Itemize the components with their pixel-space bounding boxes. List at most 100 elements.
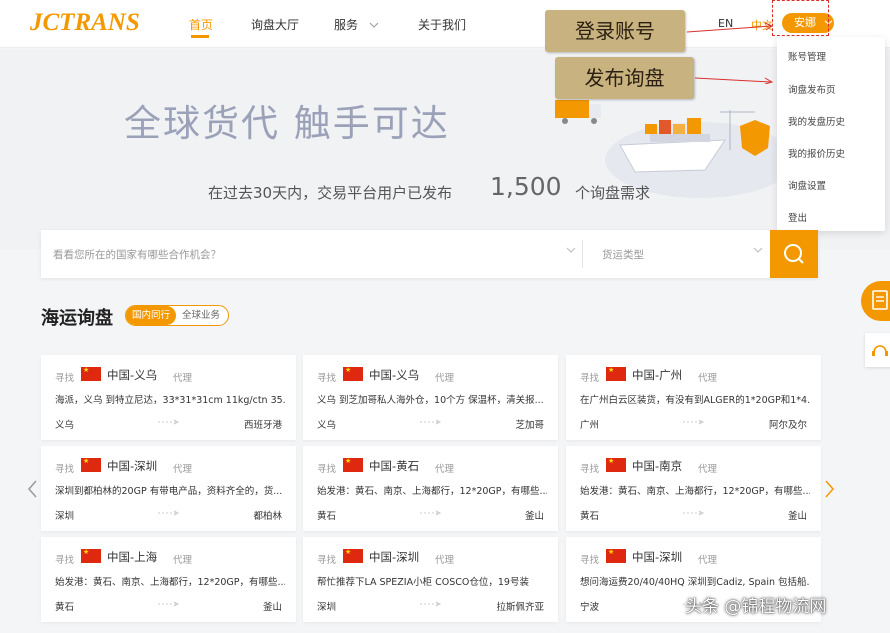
search-icon xyxy=(784,244,804,264)
floating-support-button[interactable] xyxy=(865,333,890,367)
inquiry-card[interactable]: 寻找 中国-义乌 代理海派，义乌 到特立尼达，33*31*31cm 11kg/ctn… xyxy=(41,355,296,440)
nav-inquiry-hall[interactable]: 询盘大厅 xyxy=(251,16,299,33)
seek-label: 寻找 xyxy=(580,373,600,384)
floating-publish-button[interactable] xyxy=(861,281,890,321)
inquiry-card[interactable]: 寻找 中国-深圳 代理帮忙推荐下LA SPEZIA小柜 COSCO仓位，19号装深圳… xyxy=(303,537,558,622)
agent-tag: 代理 xyxy=(173,464,193,475)
route-label: 中国-义乌 xyxy=(107,368,158,382)
hero-title: 全球货代 触手可达 xyxy=(124,102,450,145)
inquiry-description: 想问海运费20/40/40HQ 深圳到Cadiz, Spain 包括船... xyxy=(580,577,810,588)
china-flag-icon xyxy=(343,548,363,563)
inquiry-card[interactable]: 寻找 中国-黄石 代理始发港：黄石、南京、上海都行，12*20GP，有哪些... 黄石… xyxy=(303,446,558,531)
china-flag-icon xyxy=(343,366,363,381)
login-highlight-box xyxy=(772,0,829,36)
carousel-prev-icon[interactable] xyxy=(27,479,39,499)
inquiry-description: 始发港：黄石、南京、上海都行，12*20GP，有哪些... xyxy=(317,486,547,497)
destination-port: 阿尔及尔 xyxy=(768,420,807,431)
agent-tag: 代理 xyxy=(435,373,455,384)
hero-subtitle-suffix: 个询盘需求 xyxy=(575,184,651,202)
freight-type-select[interactable]: 货运类型 xyxy=(602,247,644,262)
tab-global[interactable]: 全球业务 xyxy=(182,306,220,325)
agent-tag: 代理 xyxy=(435,555,455,566)
brand-logo[interactable]: JCTRANS xyxy=(30,9,140,37)
hero-subtitle-prefix: 在过去30天内，交易平台用户已发布 xyxy=(208,184,453,202)
destination-port: 都柏林 xyxy=(253,511,282,522)
route-arrow-icon xyxy=(158,419,180,425)
seek-label: 寻找 xyxy=(317,555,337,566)
seek-label: 寻找 xyxy=(55,464,75,475)
agent-tag: 代理 xyxy=(698,464,718,475)
origin-port: 黄石 xyxy=(580,511,600,522)
route-arrow-icon xyxy=(420,510,442,516)
origin-port: 广州 xyxy=(580,420,600,431)
seek-label: 寻找 xyxy=(580,555,600,566)
origin-port: 黄石 xyxy=(55,602,75,613)
publish-callout: 发布询盘 xyxy=(555,57,694,99)
search-button[interactable] xyxy=(770,230,818,278)
nav-services[interactable]: 服务 xyxy=(334,16,379,33)
route-label: 中国-深圳 xyxy=(107,459,158,473)
inquiry-card[interactable]: 寻找 中国-广州 代理在广州白云区装货，有没有到ALGER的1*20GP和1*4..… xyxy=(566,355,821,440)
menu-logout[interactable]: 登出 xyxy=(788,210,807,224)
chevron-down-icon xyxy=(369,22,379,28)
china-flag-icon xyxy=(606,366,626,381)
tab-domestic[interactable]: 国内同行 xyxy=(126,306,176,325)
menu-inquiry-settings[interactable]: 询盘设置 xyxy=(788,178,826,192)
china-flag-icon xyxy=(606,457,626,472)
route-arrow-icon xyxy=(158,601,180,607)
scope-toggle: 国内同行 全球业务 xyxy=(125,305,229,326)
origin-port: 义乌 xyxy=(55,420,75,431)
seek-label: 寻找 xyxy=(580,464,600,475)
inquiry-card[interactable]: 寻找 中国-义乌 代理义乌 到芝加哥私人海外仓，10个方 保温杯，清关报... 义乌 芝… xyxy=(303,355,558,440)
inquiry-description: 义乌 到芝加哥私人海外仓，10个方 保温杯，清关报... xyxy=(317,395,544,406)
nav-about[interactable]: 关于我们 xyxy=(418,16,466,33)
origin-port: 深圳 xyxy=(55,511,75,522)
country-search-input[interactable]: 看看您所在的国家有哪些合作机会？ xyxy=(53,247,221,262)
inquiry-description: 在广州白云区装货，有没有到ALGER的1*20GP和1*4... xyxy=(580,395,810,406)
search-bar: 看看您所在的国家有哪些合作机会？ 货运类型 xyxy=(41,230,818,278)
chevron-down-icon[interactable] xyxy=(566,246,576,254)
destination-port: 芝加哥 xyxy=(515,420,544,431)
inquiry-description: 始发港：黄石、南京、上海都行，12*20GP，有哪些... xyxy=(55,577,285,588)
seek-label: 寻找 xyxy=(55,555,75,566)
destination-port: 釜山 xyxy=(262,602,282,613)
section-title: 海运询盘 xyxy=(41,308,113,329)
callout-arrows xyxy=(686,22,774,84)
clipboard-icon xyxy=(872,290,888,310)
inquiry-card[interactable]: 寻找 中国-深圳 代理深圳到都柏林的20GP 有带电产品，资料齐全的，货... 深圳 都… xyxy=(41,446,296,531)
headset-icon xyxy=(872,345,888,356)
inquiry-card[interactable]: 寻找 中国-南京 代理始发港：黄石、南京、上海都行，12*20GP，有哪些... 黄石… xyxy=(566,446,821,531)
destination-port: 西班牙港 xyxy=(243,420,282,431)
inquiry-description: 始发港：黄石、南京、上海都行，12*20GP，有哪些... xyxy=(580,486,810,497)
menu-my-quote-history[interactable]: 我的报价历史 xyxy=(788,146,845,160)
china-flag-icon xyxy=(81,366,101,381)
inquiry-description: 海派，义乌 到特立尼达，33*31*31cm 11kg/ctn 35... xyxy=(55,395,285,406)
route-label: 中国-广州 xyxy=(632,368,683,382)
inquiry-description: 深圳到都柏林的20GP 有带电产品，资料齐全的，货... xyxy=(55,486,283,497)
nav-home[interactable]: 首页 xyxy=(189,16,213,33)
route-label: 中国-深圳 xyxy=(369,550,420,564)
inquiry-card[interactable]: 寻找 中国-上海 代理始发港：黄石、南京、上海都行，12*20GP，有哪些... 黄石… xyxy=(41,537,296,622)
destination-port: 釜山 xyxy=(524,511,544,522)
carousel-next-icon[interactable] xyxy=(823,479,835,499)
chevron-down-icon[interactable] xyxy=(753,246,763,254)
hero-inquiry-count: 1,500 xyxy=(490,172,562,201)
destination-port: 拉斯佩齐亚 xyxy=(496,602,544,613)
origin-port: 宁波 xyxy=(580,602,600,613)
route-label: 中国-义乌 xyxy=(369,368,420,382)
china-flag-icon xyxy=(606,548,626,563)
menu-account-management[interactable]: 账号管理 xyxy=(788,49,826,63)
nav-services-label: 服务 xyxy=(334,18,359,32)
route-label: 中国-深圳 xyxy=(632,550,683,564)
route-arrow-icon xyxy=(158,510,180,516)
route-arrow-icon xyxy=(420,419,442,425)
route-arrow-icon xyxy=(420,601,442,607)
nav-active-indicator xyxy=(191,35,209,38)
china-flag-icon xyxy=(343,457,363,472)
inquiry-description: 帮忙推荐下LA SPEZIA小柜 COSCO仓位，19号装 xyxy=(317,577,529,588)
origin-port: 义乌 xyxy=(317,420,337,431)
menu-publish-inquiry[interactable]: 询盘发布页 xyxy=(788,82,836,96)
route-arrow-icon xyxy=(683,510,705,516)
truck-icon xyxy=(555,100,601,124)
menu-my-posting-history[interactable]: 我的发盘历史 xyxy=(788,114,845,128)
